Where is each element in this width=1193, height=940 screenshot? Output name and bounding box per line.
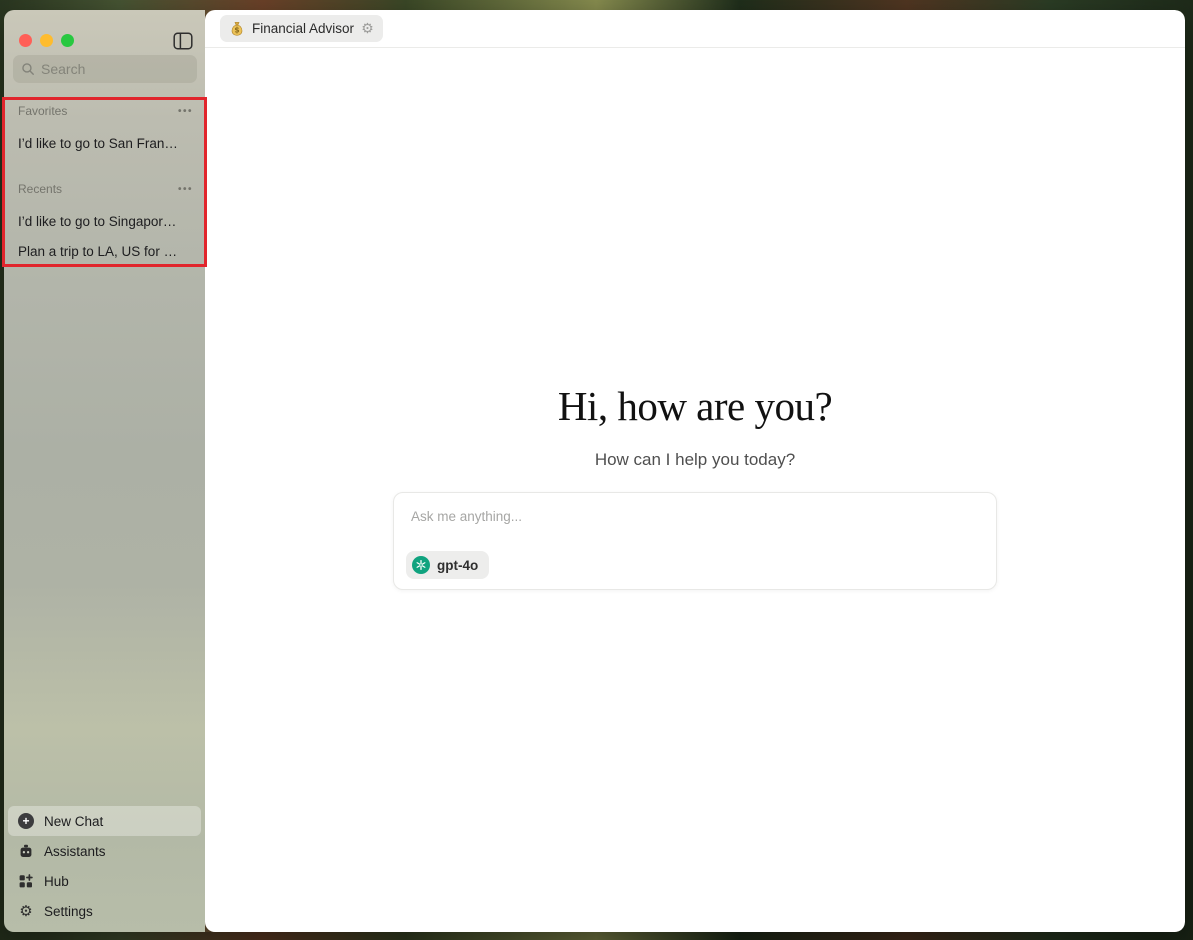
toggle-sidebar-button[interactable] <box>173 32 193 50</box>
model-selector-chip[interactable]: gpt-4o <box>406 551 489 579</box>
money-bag-icon: $ <box>229 21 245 37</box>
assistants-label: Assistants <box>44 844 106 859</box>
minimize-window-button[interactable] <box>40 34 53 47</box>
svg-text:$: $ <box>234 25 239 34</box>
sidebar-toggle-icon <box>173 37 193 54</box>
grid-plus-icon <box>18 873 34 889</box>
sidebar: Favorites ••• I’d like to go to San Fran… <box>4 10 205 932</box>
message-composer[interactable]: gpt-4o <box>393 492 997 590</box>
message-input[interactable] <box>394 493 996 545</box>
welcome-subtitle: How can I help you today? <box>205 450 1185 470</box>
settings-label: Settings <box>44 904 93 919</box>
recents-ellipsis-icon[interactable]: ••• <box>178 184 193 195</box>
tab-financial-advisor[interactable]: $ Financial Advisor ⚙ <box>220 15 383 42</box>
tab-bar: $ Financial Advisor ⚙ <box>205 10 1185 48</box>
robot-icon <box>18 843 34 859</box>
chat-list-item[interactable]: Plan a trip to LA, US for … <box>18 244 195 259</box>
welcome-title: Hi, how are you? <box>205 382 1185 430</box>
tab-settings-gear-icon[interactable]: ⚙ <box>361 22 374 36</box>
model-name-label: gpt-4o <box>437 558 478 573</box>
hub-button[interactable]: Hub <box>8 866 201 896</box>
search-field[interactable] <box>13 55 197 83</box>
close-window-button[interactable] <box>19 34 32 47</box>
assistants-button[interactable]: Assistants <box>8 836 201 866</box>
gear-icon: ⚙ <box>18 903 34 919</box>
search-icon <box>21 61 35 77</box>
hub-label: Hub <box>44 874 69 889</box>
window-controls <box>19 34 74 47</box>
favorites-section-header: Favorites ••• <box>18 104 193 118</box>
favorites-ellipsis-icon[interactable]: ••• <box>178 106 193 117</box>
sidebar-footer-nav: + New Chat Assistants <box>8 806 201 926</box>
recents-section-header: Recents ••• <box>18 182 193 196</box>
chat-list-item[interactable]: I’d like to go to Singapor… <box>18 214 195 229</box>
recents-section-label: Recents <box>18 182 62 196</box>
welcome-section: Hi, how are you? How can I help you toda… <box>205 382 1185 470</box>
new-chat-button[interactable]: + New Chat <box>8 806 201 836</box>
main-panel: $ Financial Advisor ⚙ Hi, how are you? H… <box>205 10 1185 932</box>
new-chat-label: New Chat <box>44 814 103 829</box>
settings-button[interactable]: ⚙ Settings <box>8 896 201 926</box>
tab-label: Financial Advisor <box>252 21 354 36</box>
zoom-window-button[interactable] <box>61 34 74 47</box>
openai-logo-icon <box>412 556 430 574</box>
search-input[interactable] <box>41 61 189 77</box>
app-window: Favorites ••• I’d like to go to San Fran… <box>4 10 1185 932</box>
plus-circle-icon: + <box>18 813 34 829</box>
chat-list-item[interactable]: I’d like to go to San Fran… <box>18 136 195 151</box>
favorites-section-label: Favorites <box>18 104 67 118</box>
